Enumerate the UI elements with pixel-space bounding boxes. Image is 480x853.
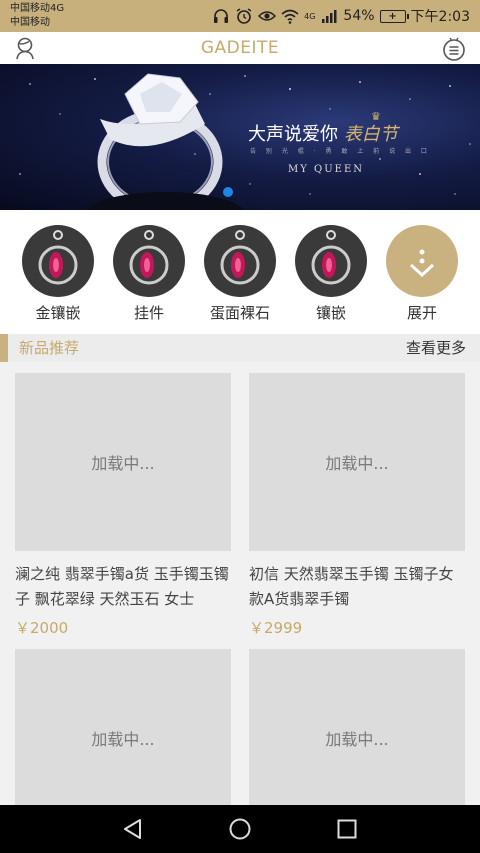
battery-icon: + [379,9,409,23]
banner-subline: 告 别 光 棍 · 勇 敢 上 前 说 出 口 [250,148,431,155]
view-more-link[interactable]: 查看更多 [406,334,466,362]
banner-headline: 大声说爱你 表白节 [248,124,398,145]
category-label: 镶嵌 [315,304,346,322]
category-thumbnail [295,225,367,297]
app-header: GADEITE [0,32,480,64]
product-name: 初信 天然翡翠玉手镯 玉镯子女款A货翡翠手镯 [249,565,454,608]
recents-icon[interactable] [335,817,359,841]
starfield-graphic [19,73,471,210]
carrier-primary: 中国移动4G [10,3,65,14]
product-image-placeholder: 加载中... [15,649,231,827]
category-row: 金镶嵌 挂件 蛋面裸石 镶嵌 展开 [0,210,480,334]
product-image-placeholder: 加载中... [249,649,465,827]
category-label: 挂件 [133,304,164,322]
eye-icon [258,11,277,21]
category-label: 展开 [406,304,437,322]
headphones-icon [214,9,229,23]
category-expand[interactable]: 展开 [384,225,460,322]
category-thumbnail [204,225,276,297]
product-price: ￥2000 [15,619,69,637]
banner-headline-accent: 表白节 [343,124,398,145]
status-bar: 中国移动4G 中国移动 4G 54% + 下午2:03 [0,0,480,32]
carrier-secondary: 中国移动 [10,17,50,28]
product-card[interactable]: 加载中... 澜之纯 翡翠手镯a货 玉手镯玉镯子 飘花翠绿 天然玉石 女士 ￥2… [15,373,231,638]
category-thumbnail [22,225,94,297]
expand-icon [386,225,458,297]
section-header-new: 新品推荐 查看更多 [0,334,480,362]
category-gold-inlay[interactable]: 金镶嵌 [20,225,96,322]
product-name: 澜之纯 翡翠手镯a货 玉手镯玉镯子 飘花翠绿 天然玉石 女士 [15,565,229,608]
home-icon[interactable] [228,817,252,841]
system-nav-bar [0,805,480,853]
product-card[interactable]: 加载中... 初信 天然翡翠玉手镯 玉镯子女款A货翡翠手镯 ￥2999 [249,373,465,638]
product-card[interactable]: 加载中... [15,649,231,827]
category-label: 金镶嵌 [35,304,81,322]
network-tag: 4G [304,11,316,21]
product-card[interactable]: 加载中... [249,649,465,827]
carousel-indicator[interactable] [223,187,233,197]
menu-icon[interactable] [442,37,466,61]
section-accent-bar [0,334,8,362]
clock: 下午2:03 [410,9,470,25]
alarm-icon [236,8,252,24]
status-icons: 4G 54% + 下午2:03 [212,0,470,32]
back-icon[interactable] [121,817,145,841]
product-image-placeholder: 加载中... [249,373,465,551]
category-cabochon[interactable]: 蛋面裸石 [202,225,278,322]
product-image-placeholder: 加载中... [15,373,231,551]
category-pendant[interactable]: 挂件 [111,225,187,322]
category-label: 蛋面裸石 [209,304,270,322]
wifi-icon [281,9,299,24]
ring-graphic [97,73,223,210]
signal-icon [322,10,337,23]
app-title: GADEITE [200,38,280,58]
category-thumbnail [113,225,185,297]
product-price: ￥2999 [249,619,303,637]
promo-banner[interactable]: 大声说爱你 表白节 ♛ 告 别 光 棍 · 勇 敢 上 前 说 出 口 MY Q… [0,64,480,210]
crown-icon: ♛ [371,110,381,123]
battery-percent: 54% [343,8,375,24]
category-setting[interactable]: 镶嵌 [293,225,369,322]
section-title: 新品推荐 [19,339,80,357]
banner-brand: MY QUEEN [288,164,364,175]
